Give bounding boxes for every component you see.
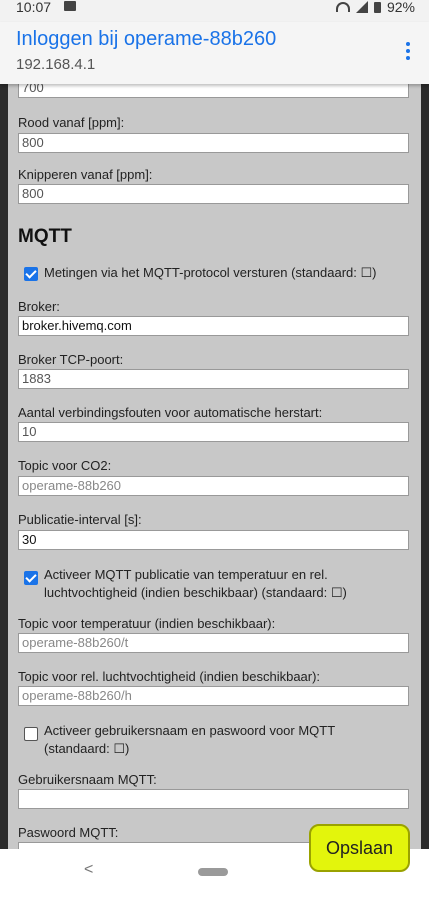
- broker-label: Broker:: [18, 299, 60, 314]
- username-label: Gebruikersnaam MQTT:: [18, 772, 157, 787]
- home-pill-icon[interactable]: [198, 868, 228, 876]
- left-edge: [0, 84, 8, 849]
- previous-threshold-input[interactable]: 700: [18, 84, 409, 98]
- errors-label: Aantal verbindingsfouten voor automatisc…: [18, 405, 323, 420]
- auth-label-line2: (standaard: ☐): [44, 741, 130, 756]
- app-bar: Inloggen bij operame-88b260 192.168.4.1: [0, 22, 429, 84]
- status-icons: 92%: [335, 0, 415, 15]
- signal-icon: [355, 1, 368, 13]
- save-button[interactable]: Opslaan: [309, 824, 410, 872]
- blink-threshold-input[interactable]: 800: [18, 184, 409, 204]
- page-title: Inloggen bij operame-88b260: [16, 28, 277, 50]
- temp-publish-label-line2: luchtvochtigheid (indien beschikbaar) (s…: [44, 585, 347, 600]
- status-bar: 10:07 92%: [0, 0, 429, 24]
- topic-co2-label: Topic voor CO2:: [18, 458, 112, 473]
- password-label: Paswoord MQTT:: [18, 825, 119, 840]
- red-threshold-input[interactable]: 800: [18, 133, 409, 153]
- battery-icon: [373, 1, 381, 13]
- auth-checkbox[interactable]: [24, 727, 38, 741]
- interval-input[interactable]: 30: [18, 530, 409, 550]
- wifi-icon: [335, 2, 350, 12]
- port-label: Broker TCP-poort:: [18, 352, 124, 367]
- topic-humidity-input[interactable]: operame-88b260/h: [18, 686, 409, 706]
- topic-temp-label: Topic voor temperatuur (indien beschikba…: [18, 616, 276, 631]
- errors-input[interactable]: 10: [18, 422, 409, 442]
- broker-input[interactable]: broker.hivemq.com: [18, 316, 409, 336]
- page-url: 192.168.4.1: [16, 56, 96, 73]
- blink-threshold-label: Knipperen vanaf [ppm]:: [18, 167, 153, 182]
- status-time: 10:07: [16, 0, 52, 15]
- temp-publish-checkbox[interactable]: [24, 571, 38, 585]
- topic-temp-input[interactable]: operame-88b260/t: [18, 633, 409, 653]
- image-notification-icon: [64, 1, 76, 11]
- username-input[interactable]: [18, 789, 409, 809]
- port-input[interactable]: 1883: [18, 369, 409, 389]
- topic-humidity-label: Topic voor rel. luchtvochtigheid (indien…: [18, 669, 321, 684]
- topic-co2-input[interactable]: operame-88b260: [18, 476, 409, 496]
- mqtt-send-label: Metingen via het MQTT-protocol versturen…: [44, 265, 377, 280]
- battery-percent: 92%: [386, 0, 415, 15]
- auth-label-line1: Activeer gebruikersnaam en paswoord voor…: [44, 723, 336, 738]
- back-icon[interactable]: <: [84, 861, 93, 879]
- mqtt-send-checkbox[interactable]: [24, 267, 38, 281]
- right-edge: [421, 84, 429, 849]
- interval-label: Publicatie-interval [s]:: [18, 512, 142, 527]
- temp-publish-label-line1: Activeer MQTT publicatie van temperatuur…: [44, 567, 328, 582]
- mqtt-section-title: MQTT: [18, 226, 72, 247]
- red-threshold-label: Rood vanaf [ppm]:: [18, 115, 125, 130]
- overflow-menu-icon[interactable]: [405, 42, 411, 64]
- settings-form: 700 Rood vanaf [ppm]: 800 Knipperen vana…: [8, 84, 421, 849]
